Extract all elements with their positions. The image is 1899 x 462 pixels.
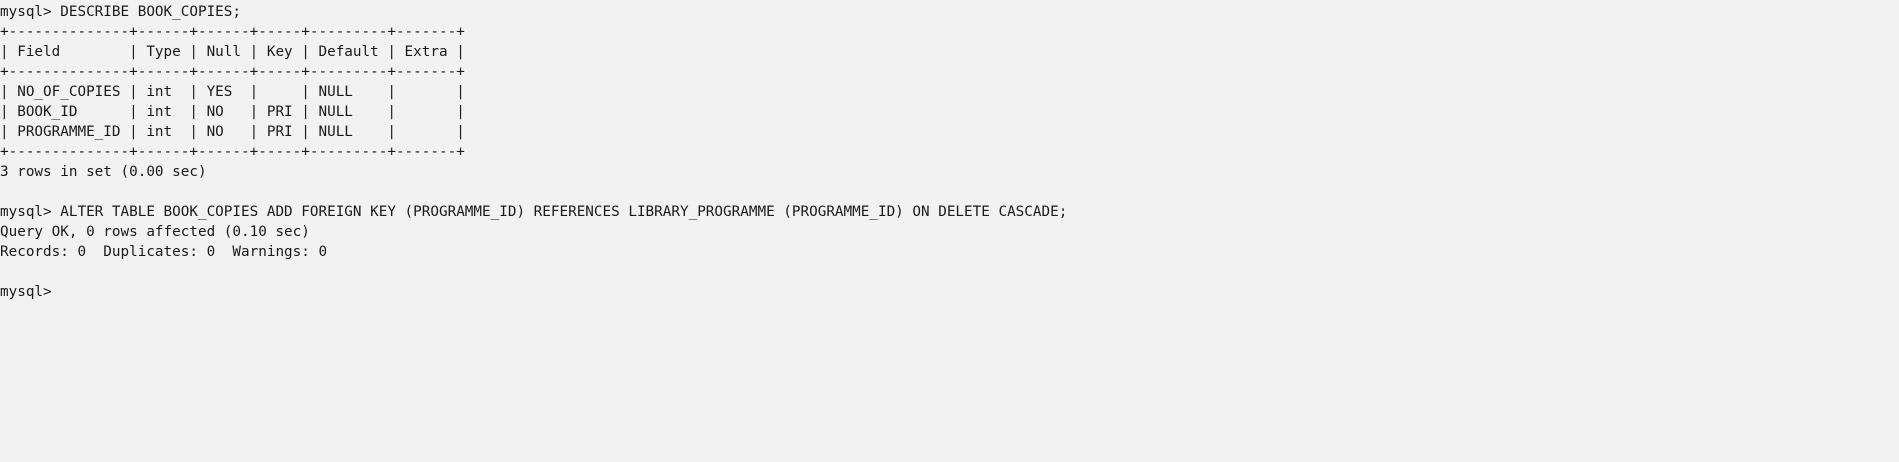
- table-border-top: +--------------+------+------+-----+----…: [0, 24, 465, 40]
- table-row: | NO_OF_COPIES | int | YES | | NULL | |: [0, 84, 465, 100]
- table-row: | BOOK_ID | int | NO | PRI | NULL | |: [0, 104, 465, 120]
- command-line-describe: mysql> DESCRIBE BOOK_COPIES;: [0, 4, 242, 20]
- rows-in-set-status: 3 rows in set (0.00 sec): [0, 164, 207, 180]
- table-row: | PROGRAMME_ID | int | NO | PRI | NULL |…: [0, 124, 465, 140]
- table-header-row: | Field | Type | Null | Key | Default | …: [0, 44, 465, 60]
- terminal-window[interactable]: mysql> DESCRIBE BOOK_COPIES; +----------…: [0, 0, 1899, 462]
- mysql-prompt[interactable]: mysql>: [0, 282, 1899, 302]
- query-ok-status: Query OK, 0 rows affected (0.10 sec): [0, 224, 310, 240]
- table-header-separator: +--------------+------+------+-----+----…: [0, 64, 465, 80]
- table-border-bottom: +--------------+------+------+-----+----…: [0, 144, 465, 160]
- records-status: Records: 0 Duplicates: 0 Warnings: 0: [0, 244, 328, 260]
- command-line-alter: mysql> ALTER TABLE BOOK_COPIES ADD FOREI…: [0, 204, 1068, 220]
